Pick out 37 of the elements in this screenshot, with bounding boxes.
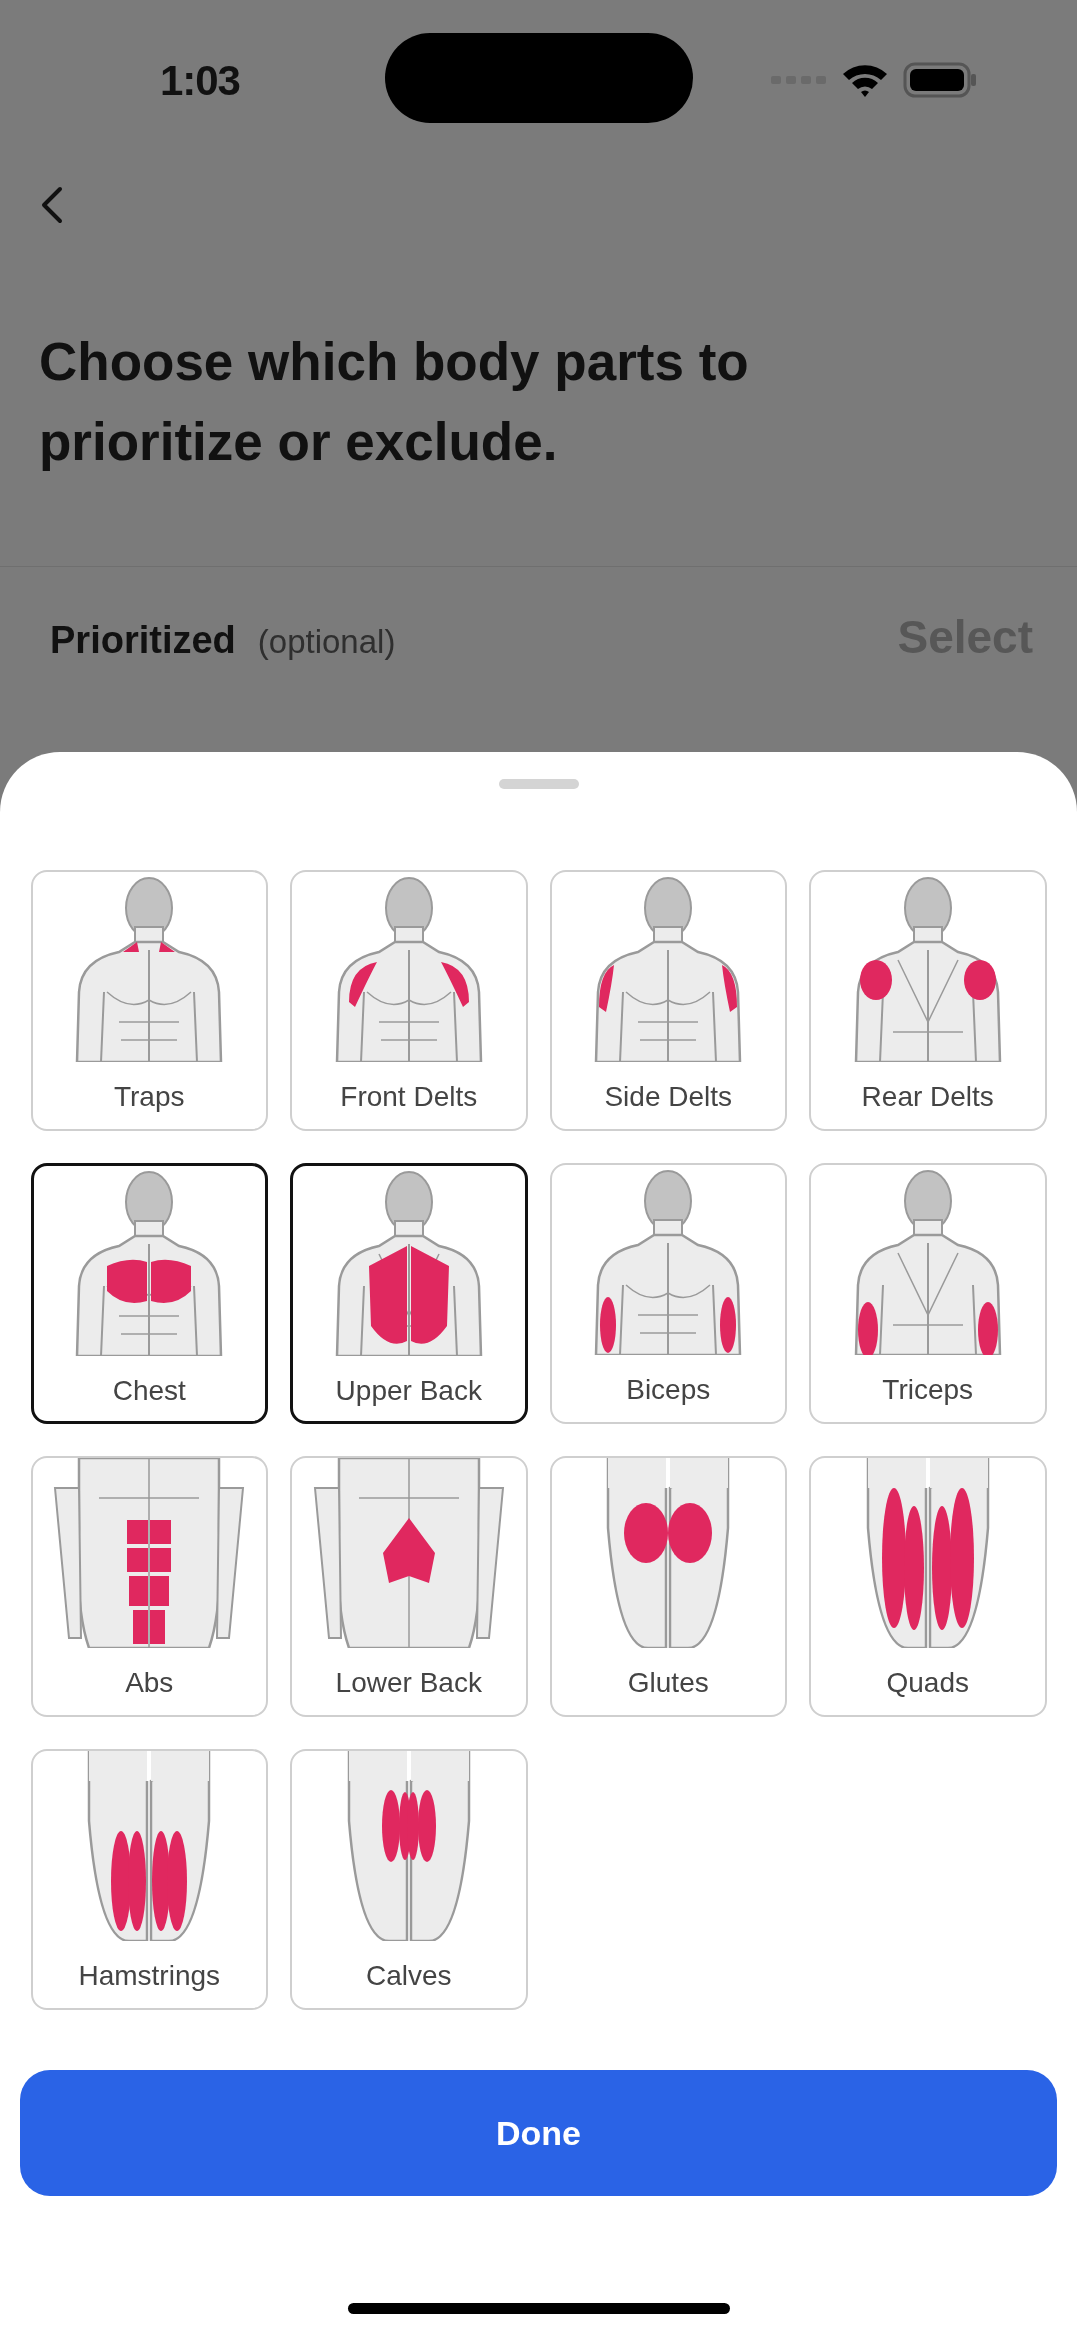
option-label: Calves xyxy=(365,1959,452,1993)
wifi-icon xyxy=(841,62,889,98)
body-part-option[interactable]: Quads xyxy=(809,1456,1047,1717)
option-label: Front Delts xyxy=(340,1080,478,1114)
option-label: Traps xyxy=(113,1080,185,1114)
option-label: Lower Back xyxy=(335,1666,482,1700)
back-icon[interactable] xyxy=(40,186,64,224)
battery-icon xyxy=(903,62,977,98)
option-label: Abs xyxy=(125,1666,174,1700)
section-title: Prioritized xyxy=(50,618,236,663)
done-button[interactable]: Done xyxy=(20,2070,1057,2196)
body-part-option[interactable]: Side Delts xyxy=(549,870,787,1131)
body-part-option[interactable]: Glutes xyxy=(549,1456,787,1717)
body-part-option[interactable]: Biceps xyxy=(549,1163,787,1424)
option-label: Upper Back xyxy=(335,1374,482,1408)
body-part-option[interactable]: Front Delts xyxy=(290,870,528,1131)
status-time: 1:03 xyxy=(160,55,240,106)
body-part-option[interactable]: Calves xyxy=(290,1749,528,2010)
body-part-option[interactable]: Rear Delts xyxy=(809,870,1047,1131)
body-part-option[interactable]: Chest xyxy=(30,1163,268,1424)
option-label: Chest xyxy=(112,1374,186,1408)
body-part-option[interactable]: Hamstrings xyxy=(30,1749,268,2010)
option-label: Biceps xyxy=(626,1373,711,1407)
option-label: Side Delts xyxy=(604,1080,733,1114)
section-note: (optional) xyxy=(257,622,396,662)
body-part-option[interactable]: Lower Back xyxy=(290,1456,528,1717)
body-part-option[interactable]: Abs xyxy=(30,1456,268,1717)
body-part-option[interactable]: Triceps xyxy=(809,1163,1047,1424)
option-label: Rear Delts xyxy=(861,1080,994,1114)
body-part-option[interactable]: Traps xyxy=(30,870,268,1131)
page-title: Choose which body parts to prioritize or exclude. xyxy=(39,331,750,473)
option-label: Glutes xyxy=(627,1666,709,1700)
sheet-handle[interactable] xyxy=(498,779,579,789)
body-part-option[interactable]: Upper Back xyxy=(290,1163,528,1424)
option-label: Triceps xyxy=(882,1373,974,1407)
option-label: Quads xyxy=(886,1666,969,1700)
option-label: Hamstrings xyxy=(78,1959,221,1993)
